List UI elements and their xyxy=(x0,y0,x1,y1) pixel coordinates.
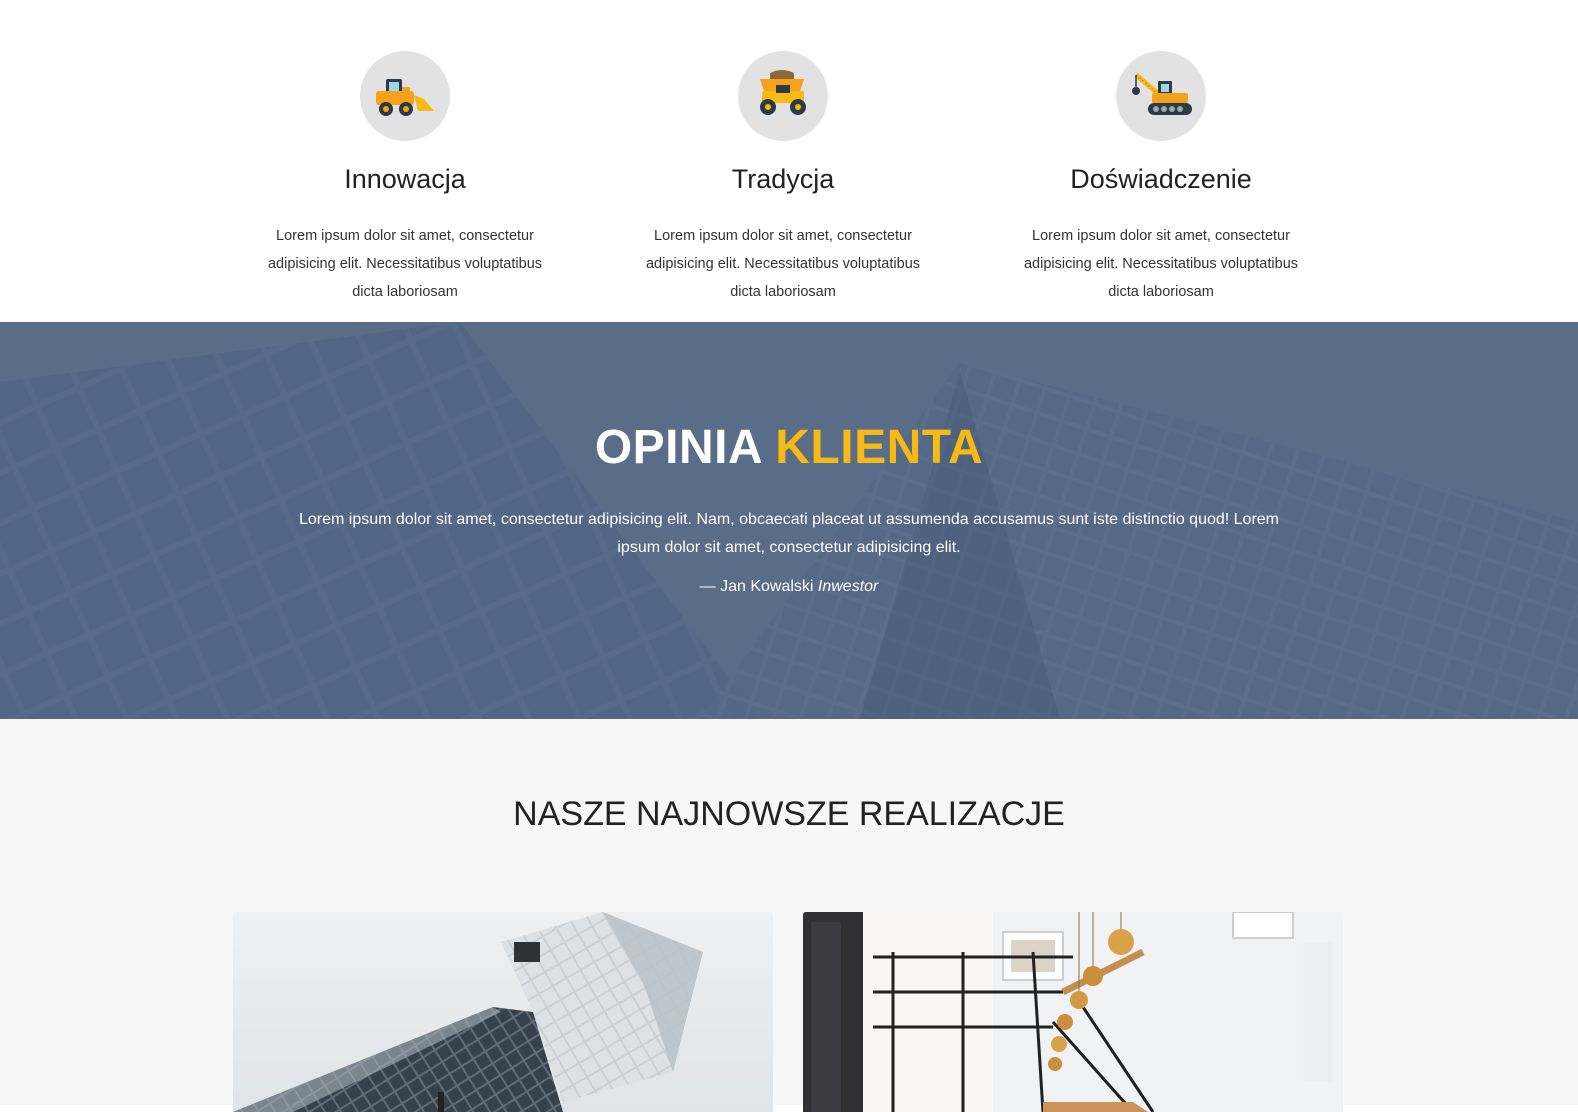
testimonial-title-main: OPINIA xyxy=(594,421,762,474)
testimonial-author: — Jan Kowalski Inwestor xyxy=(0,578,1578,596)
feature-title: Innowacja xyxy=(344,164,466,194)
feature-description: Lorem ipsum dolor sit amet, consectetur … xyxy=(645,228,921,300)
crane-icon xyxy=(1116,51,1206,141)
modern-building-photo xyxy=(233,912,773,1112)
feature-title: Doświadczenie xyxy=(1070,164,1252,194)
testimonial-title: OPINIA KLIENTA xyxy=(0,420,1578,475)
testimonial-quote: Lorem ipsum dolor sit amet, consectetur … xyxy=(298,511,1280,556)
testimonial-title-accent: KLIENTA xyxy=(775,421,984,474)
project-card[interactable] xyxy=(803,912,1343,1112)
staircase-interior-photo xyxy=(803,912,1343,1112)
projects-title: NASZE NAJNOWSZE REALIZACJE xyxy=(513,795,1065,833)
author-name: — Jan Kowalski xyxy=(699,578,814,595)
bulldozer-icon xyxy=(360,51,450,141)
testimonial-section: OPINIA KLIENTA Lorem ipsum dolor sit ame… xyxy=(0,322,1578,719)
features-section: Innowacja Lorem ipsum dolor sit amet, co… xyxy=(0,0,1578,322)
feature-title: Tradycja xyxy=(731,164,835,194)
project-card[interactable] xyxy=(233,912,773,1112)
projects-section: NASZE NAJNOWSZE REALIZACJE xyxy=(0,719,1578,1112)
author-role: Inwestor xyxy=(817,578,879,595)
feature-description: Lorem ipsum dolor sit amet, consectetur … xyxy=(1023,228,1299,300)
feature-description: Lorem ipsum dolor sit amet, consectetur … xyxy=(267,228,543,300)
dump-truck-icon xyxy=(738,51,828,141)
